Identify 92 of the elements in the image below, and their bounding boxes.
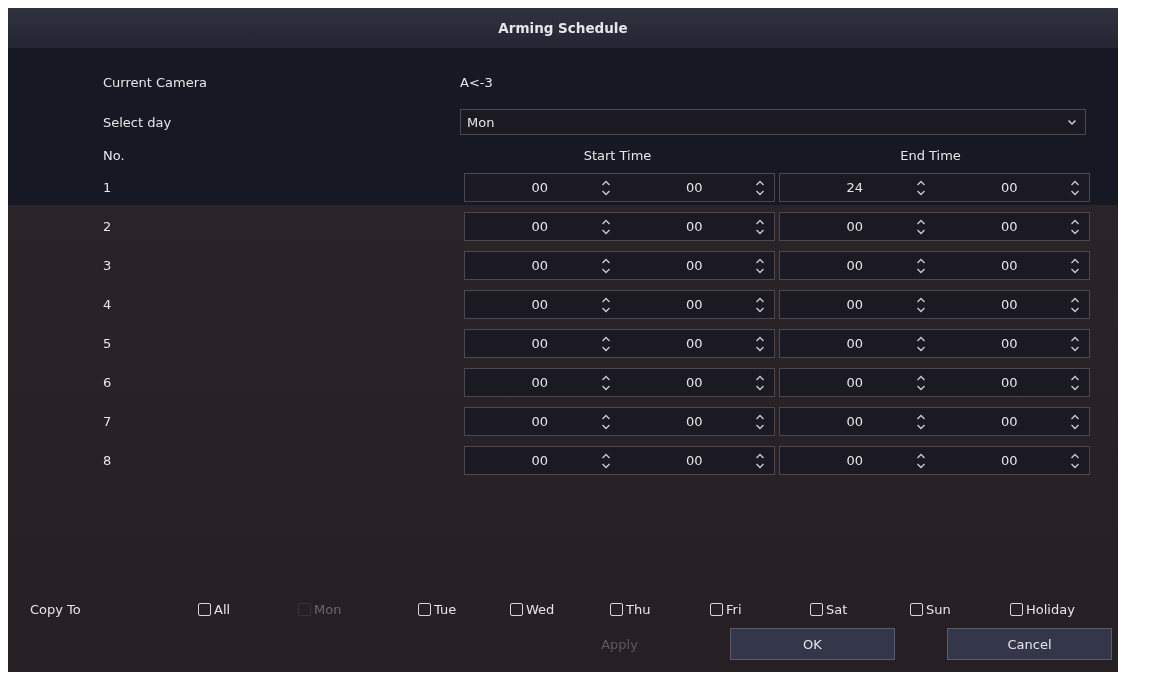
row-number: 7 [103,414,113,429]
hour-spinner[interactable]: 00 [465,213,620,240]
spinner-arrows-icon [600,217,611,236]
spinner-arrows-icon [755,178,765,197]
spinner-arrows-icon [1070,256,1080,275]
hour-spinner[interactable]: 00 [780,252,935,279]
spinner-arrows-icon [915,295,926,314]
hour-spinner[interactable]: 00 [465,174,620,201]
row-number: 8 [103,453,113,468]
spinner-arrows-icon [600,295,611,314]
hour-spinner[interactable]: 00 [780,408,935,435]
spinner-arrows-icon [915,451,926,470]
spinner-arrows-icon [915,217,926,236]
spinner-arrows-icon [1070,217,1080,236]
column-header: No. [103,147,126,163]
spinner-arrows-icon [755,373,765,392]
row-number: 1 [103,180,113,195]
hour-spinner[interactable]: 00 [465,330,620,357]
minute-spinner[interactable]: 00 [619,408,774,435]
minute-spinner[interactable]: 00 [619,213,774,240]
window-title: Arming Schedule [8,8,1118,48]
minute-spinner[interactable]: 00 [934,330,1089,357]
minute-spinner[interactable]: 00 [619,447,774,474]
hour-spinner[interactable]: 00 [465,408,620,435]
minute-spinner[interactable]: 00 [619,174,774,201]
day-checkbox[interactable]: Fri [710,601,810,617]
hour-spinner[interactable]: 00 [465,252,620,279]
minute-spinner[interactable]: 00 [934,408,1089,435]
spinner-arrows-icon [600,412,611,431]
spinner-arrows-icon [755,295,765,314]
spinner-arrows-icon [1070,373,1080,392]
column-header: Start Time [582,147,653,163]
day-checkbox[interactable]: All [198,601,298,617]
spinner-arrows-icon [755,217,765,236]
hour-spinner[interactable]: 00 [780,369,935,396]
minute-spinner[interactable]: 00 [934,291,1089,318]
ok-button[interactable]: OK [730,628,895,660]
row-number: 2 [103,219,113,234]
minute-spinner[interactable]: 00 [619,369,774,396]
hour-spinner[interactable]: 00 [465,447,620,474]
row-number: 6 [103,375,113,390]
day-checkbox[interactable]: Sat [810,601,910,617]
spinner-arrows-icon [915,412,926,431]
spinner-arrows-icon [915,373,926,392]
camera-name: A<-3 [460,74,494,90]
hour-spinner[interactable]: 00 [780,330,935,357]
spinner-arrows-icon [1070,412,1080,431]
row-number: 4 [103,297,113,312]
field-label: Current Camera [103,74,208,90]
day-checkbox[interactable]: Holiday [1010,601,1110,617]
cancel-button[interactable]: Cancel [947,628,1112,660]
spinner-arrows-icon [1070,334,1080,353]
hour-spinner[interactable]: 24 [780,174,935,201]
spinner-arrows-icon [1070,451,1080,470]
day-checkbox[interactable]: Tue [418,601,510,617]
day-checkbox[interactable]: Wed [510,601,610,617]
spinner-arrows-icon [915,256,926,275]
spinner-arrows-icon [915,178,926,197]
minute-spinner[interactable]: 00 [619,291,774,318]
minute-spinner[interactable]: 00 [934,174,1089,201]
chevron-down-icon [1067,118,1077,126]
spinner-arrows-icon [755,451,765,470]
spinner-arrows-icon [600,256,611,275]
row-number: 3 [103,258,113,273]
spinner-arrows-icon [1070,295,1080,314]
spinner-arrows-icon [600,451,611,470]
minute-spinner[interactable]: 00 [619,330,774,357]
hour-spinner[interactable]: 00 [465,369,620,396]
minute-spinner[interactable]: 00 [934,213,1089,240]
spinner-arrows-icon [600,373,611,392]
spinner-arrows-icon [600,334,611,353]
hour-spinner[interactable]: 00 [780,447,935,474]
minute-spinner[interactable]: 00 [934,447,1089,474]
hour-spinner[interactable]: 00 [465,291,620,318]
spinner-arrows-icon [755,412,765,431]
minute-spinner[interactable]: 00 [934,252,1089,279]
minute-spinner[interactable]: 00 [934,369,1089,396]
spinner-arrows-icon [755,256,765,275]
day-checkbox[interactable]: Sun [910,601,1010,617]
day-checkbox[interactable]: Thu [610,601,710,617]
minute-spinner[interactable]: 00 [619,252,774,279]
column-header: End Time [899,147,962,163]
spinner-arrows-icon [600,178,611,197]
day-dropdown[interactable]: Mon [460,109,1086,135]
field-label: Select day [103,114,173,130]
hour-spinner[interactable]: 00 [780,291,935,318]
spinner-arrows-icon [755,334,765,353]
copy-to-label: Copy To [30,601,82,617]
hour-spinner[interactable]: 00 [780,213,935,240]
spinner-arrows-icon [1070,178,1080,197]
spinner-arrows-icon [915,334,926,353]
row-number: 5 [103,336,113,351]
